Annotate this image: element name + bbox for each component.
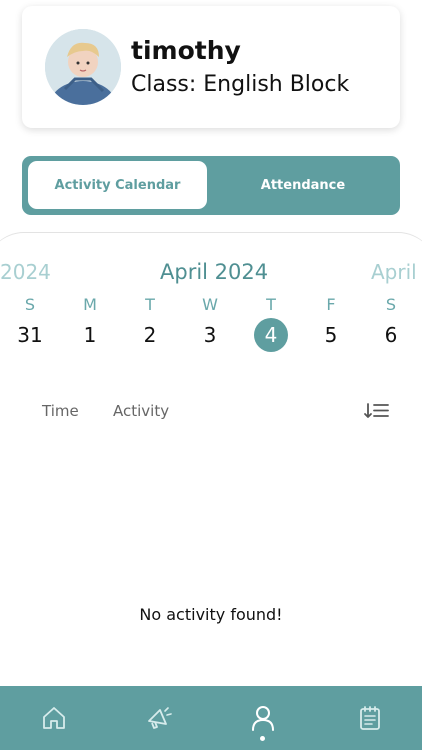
date-cell[interactable]: 1 (73, 318, 107, 352)
column-header-time: Time (42, 402, 79, 420)
month-prev[interactable]: 2024 (0, 260, 51, 284)
column-header-activity: Activity (113, 402, 170, 420)
weekday-label: M (83, 295, 97, 314)
empty-state-message: No activity found! (139, 605, 283, 624)
date-cell[interactable]: 31 (13, 318, 47, 352)
weekday-label: W (202, 295, 218, 314)
profile-card: timothy Class: English Block (22, 6, 400, 128)
date-row: 31 1 2 3 4 5 6 (0, 318, 422, 354)
avatar (45, 29, 121, 105)
home-icon[interactable] (40, 704, 68, 732)
weekday-label: S (385, 295, 397, 314)
bottom-nav (0, 686, 422, 750)
month-next[interactable]: April (371, 260, 417, 284)
student-name: timothy (131, 36, 241, 65)
tab-activity-calendar[interactable]: Activity Calendar (28, 161, 207, 209)
active-indicator-dot (260, 736, 265, 741)
weekday-label: F (326, 295, 336, 314)
weekday-row: S M T W T F S (0, 295, 422, 315)
date-cell[interactable]: 2 (133, 318, 167, 352)
sort-list-icon[interactable] (363, 400, 391, 422)
tab-attendance[interactable]: Attendance (210, 161, 396, 209)
date-cell[interactable]: 5 (314, 318, 348, 352)
weekday-label: S (24, 295, 36, 314)
weekday-label: T (266, 295, 276, 314)
date-cell[interactable]: 3 (193, 318, 227, 352)
weekday-label: T (145, 295, 155, 314)
megaphone-icon[interactable] (145, 704, 173, 732)
month-current: April 2024 (160, 260, 269, 284)
date-cell[interactable]: 6 (374, 318, 408, 352)
profile-icon[interactable] (249, 704, 277, 732)
notepad-icon[interactable] (356, 704, 384, 732)
tab-bar: Activity Calendar Attendance (22, 156, 400, 215)
date-cell-selected[interactable]: 4 (254, 318, 288, 352)
class-label: Class: English Block (131, 72, 350, 97)
